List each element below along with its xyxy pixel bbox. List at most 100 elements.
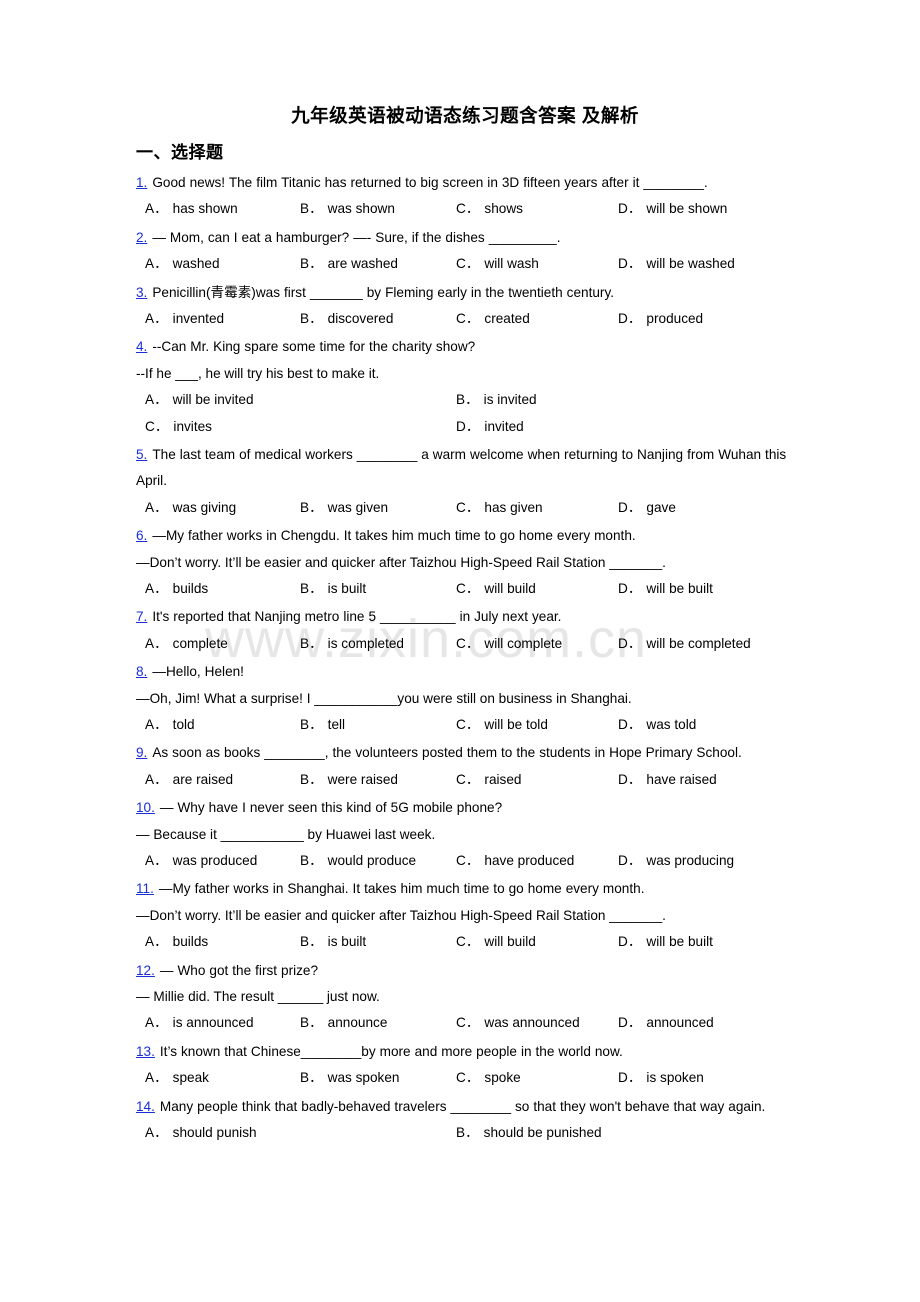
answer-option[interactable]: D． was producing [618, 848, 734, 874]
option-label: A． [145, 1124, 168, 1140]
option-text: washed [172, 256, 220, 272]
question-block: 5. The last team of medical workers _____… [136, 442, 794, 521]
answer-option[interactable]: C． created [456, 306, 530, 332]
option-label: B． [456, 1124, 479, 1140]
question-number: 7. [136, 609, 148, 625]
answer-option[interactable]: D． will be washed [618, 251, 735, 277]
answer-option[interactable]: A． is announced [145, 1010, 254, 1036]
options-row: A． should punish B． should be punished [136, 1120, 794, 1146]
answer-option[interactable]: D． will be shown [618, 196, 727, 222]
answer-option[interactable]: A． has shown [145, 196, 238, 222]
answer-option[interactable]: A． should punish [145, 1120, 257, 1146]
answer-option[interactable]: C． will wash [456, 251, 539, 277]
option-text: will wash [484, 256, 539, 272]
option-text: was announced [484, 1015, 580, 1031]
answer-option[interactable]: A． told [145, 712, 195, 738]
question-stem: 11. —My father works in Shanghai. It take… [136, 876, 794, 902]
answer-option[interactable]: D． invited [456, 414, 524, 440]
answer-option[interactable]: A． will be invited [145, 387, 254, 413]
option-text: was producing [646, 852, 735, 868]
answer-option[interactable]: D． will be built [618, 576, 713, 602]
option-text: is completed [327, 635, 404, 651]
answer-option[interactable]: D． is spoken [618, 1065, 704, 1091]
answer-option[interactable]: C． spoke [456, 1065, 521, 1091]
answer-option[interactable]: B． is built [300, 576, 366, 602]
question-number: 1. [136, 174, 148, 190]
question-number: 8. [136, 664, 148, 680]
question-continuation: — Because it ___________ by Huawei last … [136, 826, 436, 842]
option-text: is built [327, 580, 367, 596]
answer-option[interactable]: B． should be punished [456, 1120, 602, 1146]
question-stem-text: —My father works in Chengdu. It takes hi… [152, 528, 636, 544]
option-text: builds [172, 934, 209, 950]
option-text: announce [327, 1015, 388, 1031]
question-number: 11. [136, 881, 154, 897]
answer-option[interactable]: A． invented [145, 306, 224, 332]
answer-option[interactable]: C． will build [456, 929, 536, 955]
options-row: A． was produced B． would produce C． have prod… [136, 848, 794, 874]
answer-option[interactable]: D． was told [618, 712, 696, 738]
question-stem: 9. As soon as books ________, the volunte… [136, 740, 794, 766]
options-row: A． complete B． is completed C． will complete D… [136, 631, 794, 657]
answer-option[interactable]: D． have raised [618, 767, 717, 793]
option-label: A． [145, 635, 168, 651]
options-row: A． speak B． was spoken C． spoke D． is spoken [136, 1065, 794, 1091]
answer-option[interactable]: B． tell [300, 712, 345, 738]
answer-option[interactable]: D． will be completed [618, 631, 751, 657]
answer-option[interactable]: D． will be built [618, 929, 713, 955]
answer-option[interactable]: A． builds [145, 929, 208, 955]
answer-option[interactable]: B． discovered [300, 306, 393, 332]
answer-option[interactable]: C． raised [456, 767, 521, 793]
option-label: B． [300, 310, 323, 326]
question-number: 10. [136, 800, 155, 816]
option-text: announced [646, 1015, 714, 1031]
answer-option[interactable]: A． are raised [145, 767, 233, 793]
question-stem: 14. Many people think that badly-behaved … [136, 1094, 794, 1120]
answer-option[interactable]: B． was given [300, 495, 388, 521]
option-label: D． [618, 1015, 642, 1031]
question-continuation: --If he ___, he will try his best to mak… [136, 365, 380, 381]
option-label: C． [456, 580, 480, 596]
answer-option[interactable]: B． was spoken [300, 1065, 399, 1091]
answer-option[interactable]: C． invites [145, 414, 212, 440]
option-label: C． [456, 1015, 480, 1031]
answer-option[interactable]: A． was produced [145, 848, 257, 874]
answer-option[interactable]: C． has given [456, 495, 543, 521]
answer-option[interactable]: B． announce [300, 1010, 387, 1036]
answer-option[interactable]: B． would produce [300, 848, 416, 874]
option-text: was shown [327, 201, 395, 217]
option-text: will be built [646, 580, 713, 596]
answer-option[interactable]: C． will build [456, 576, 536, 602]
answer-option[interactable]: B． were raised [300, 767, 398, 793]
answer-option[interactable]: B． are washed [300, 251, 398, 277]
option-text: spoke [484, 1070, 521, 1086]
option-label: A． [145, 256, 168, 272]
answer-option[interactable]: D． gave [618, 495, 676, 521]
option-text: should punish [172, 1124, 257, 1140]
question-stem: 7. It's reported that Nanjing metro line … [136, 604, 794, 630]
answer-option[interactable]: A． washed [145, 251, 220, 277]
option-label: D． [618, 771, 642, 787]
answer-option[interactable]: A． complete [145, 631, 228, 657]
answer-option[interactable]: D． announced [618, 1010, 714, 1036]
option-label: A． [145, 310, 168, 326]
answer-option[interactable]: C． have produced [456, 848, 574, 874]
answer-option[interactable]: B． is built [300, 929, 366, 955]
answer-option[interactable]: A． speak [145, 1065, 209, 1091]
question-stem-text: Good news! The film Titanic has returned… [152, 174, 708, 190]
answer-option[interactable]: C． was announced [456, 1010, 580, 1036]
question-number: 9. [136, 745, 148, 761]
option-text: was told [646, 716, 697, 732]
answer-option[interactable]: D． produced [618, 306, 703, 332]
answer-option[interactable]: A． builds [145, 576, 208, 602]
answer-option[interactable]: B． is completed [300, 631, 404, 657]
answer-option[interactable]: B． was shown [300, 196, 395, 222]
answer-option[interactable]: A． was giving [145, 495, 236, 521]
option-label: D． [618, 1070, 642, 1086]
answer-option[interactable]: C． will complete [456, 631, 562, 657]
answer-option[interactable]: B． is invited [456, 387, 537, 413]
answer-option[interactable]: C． shows [456, 196, 523, 222]
option-label: C． [456, 771, 480, 787]
answer-option[interactable]: C． will be told [456, 712, 548, 738]
option-text: are washed [327, 256, 398, 272]
